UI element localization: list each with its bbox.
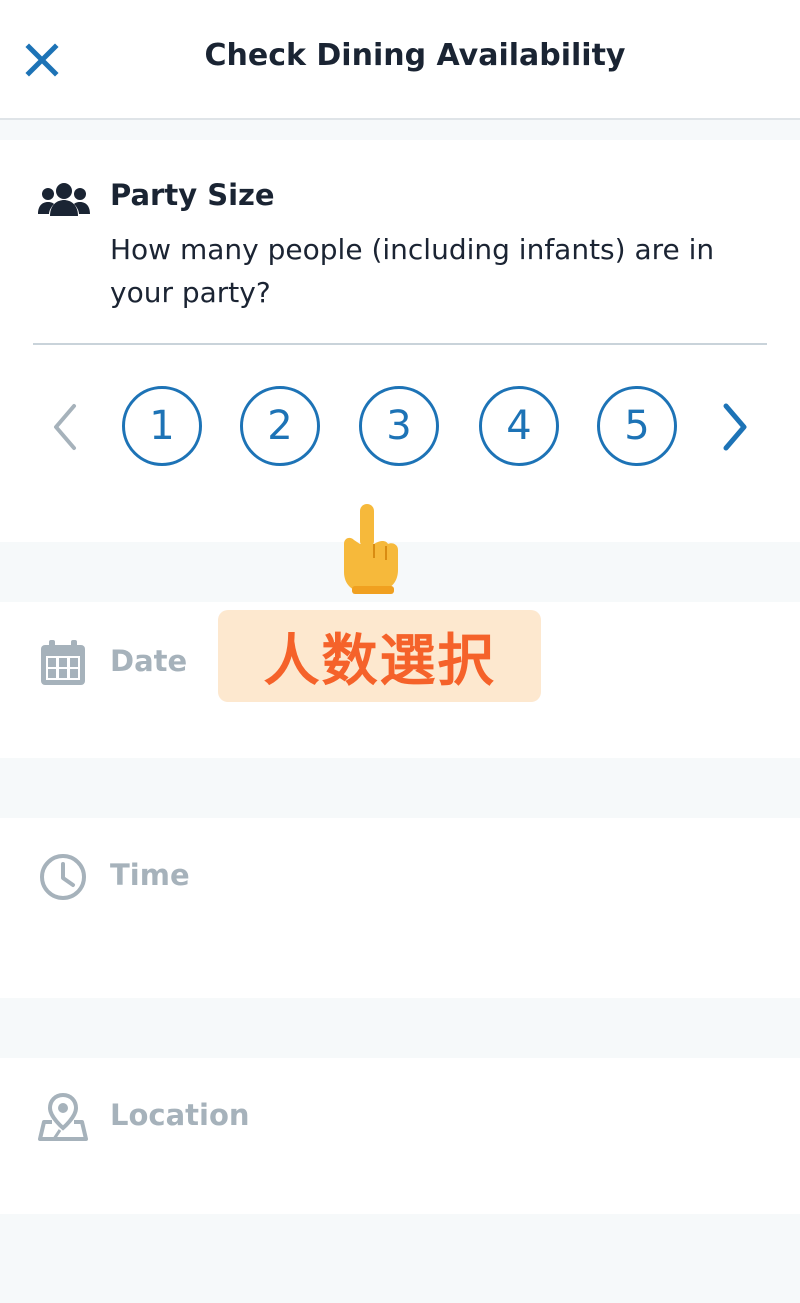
time-section[interactable]: Time xyxy=(0,818,800,998)
party-size-title: Party Size xyxy=(110,178,275,212)
party-size-section: Party Size How many people (including in… xyxy=(0,140,800,542)
party-size-option-2[interactable]: 2 xyxy=(240,386,320,466)
party-size-option-4[interactable]: 4 xyxy=(479,386,559,466)
time-label: Time xyxy=(110,858,190,892)
location-section[interactable]: Location xyxy=(0,1058,800,1214)
party-size-description: How many people (including infants) are … xyxy=(110,233,715,309)
divider xyxy=(33,343,767,345)
header: Check Dining Availability xyxy=(0,0,800,120)
clock-icon xyxy=(40,854,86,900)
party-size-option-3[interactable]: 3 xyxy=(359,386,439,466)
page-title: Check Dining Availability xyxy=(204,38,626,73)
party-size-option-5[interactable]: 5 xyxy=(597,386,677,466)
party-size-annotation: 人数選択 xyxy=(218,610,541,702)
calendar-icon xyxy=(41,640,85,685)
pointing-up-hand-icon xyxy=(344,504,398,594)
chevron-left-icon[interactable] xyxy=(48,402,80,452)
party-size-selector: 1 2 3 4 5 xyxy=(0,386,800,468)
date-label: Date xyxy=(110,644,188,678)
party-size-option-1[interactable]: 1 xyxy=(122,386,202,466)
group-people-icon xyxy=(38,183,90,216)
map-location-icon xyxy=(38,1092,88,1141)
chevron-right-icon[interactable] xyxy=(720,402,752,452)
location-label: Location xyxy=(110,1098,250,1132)
